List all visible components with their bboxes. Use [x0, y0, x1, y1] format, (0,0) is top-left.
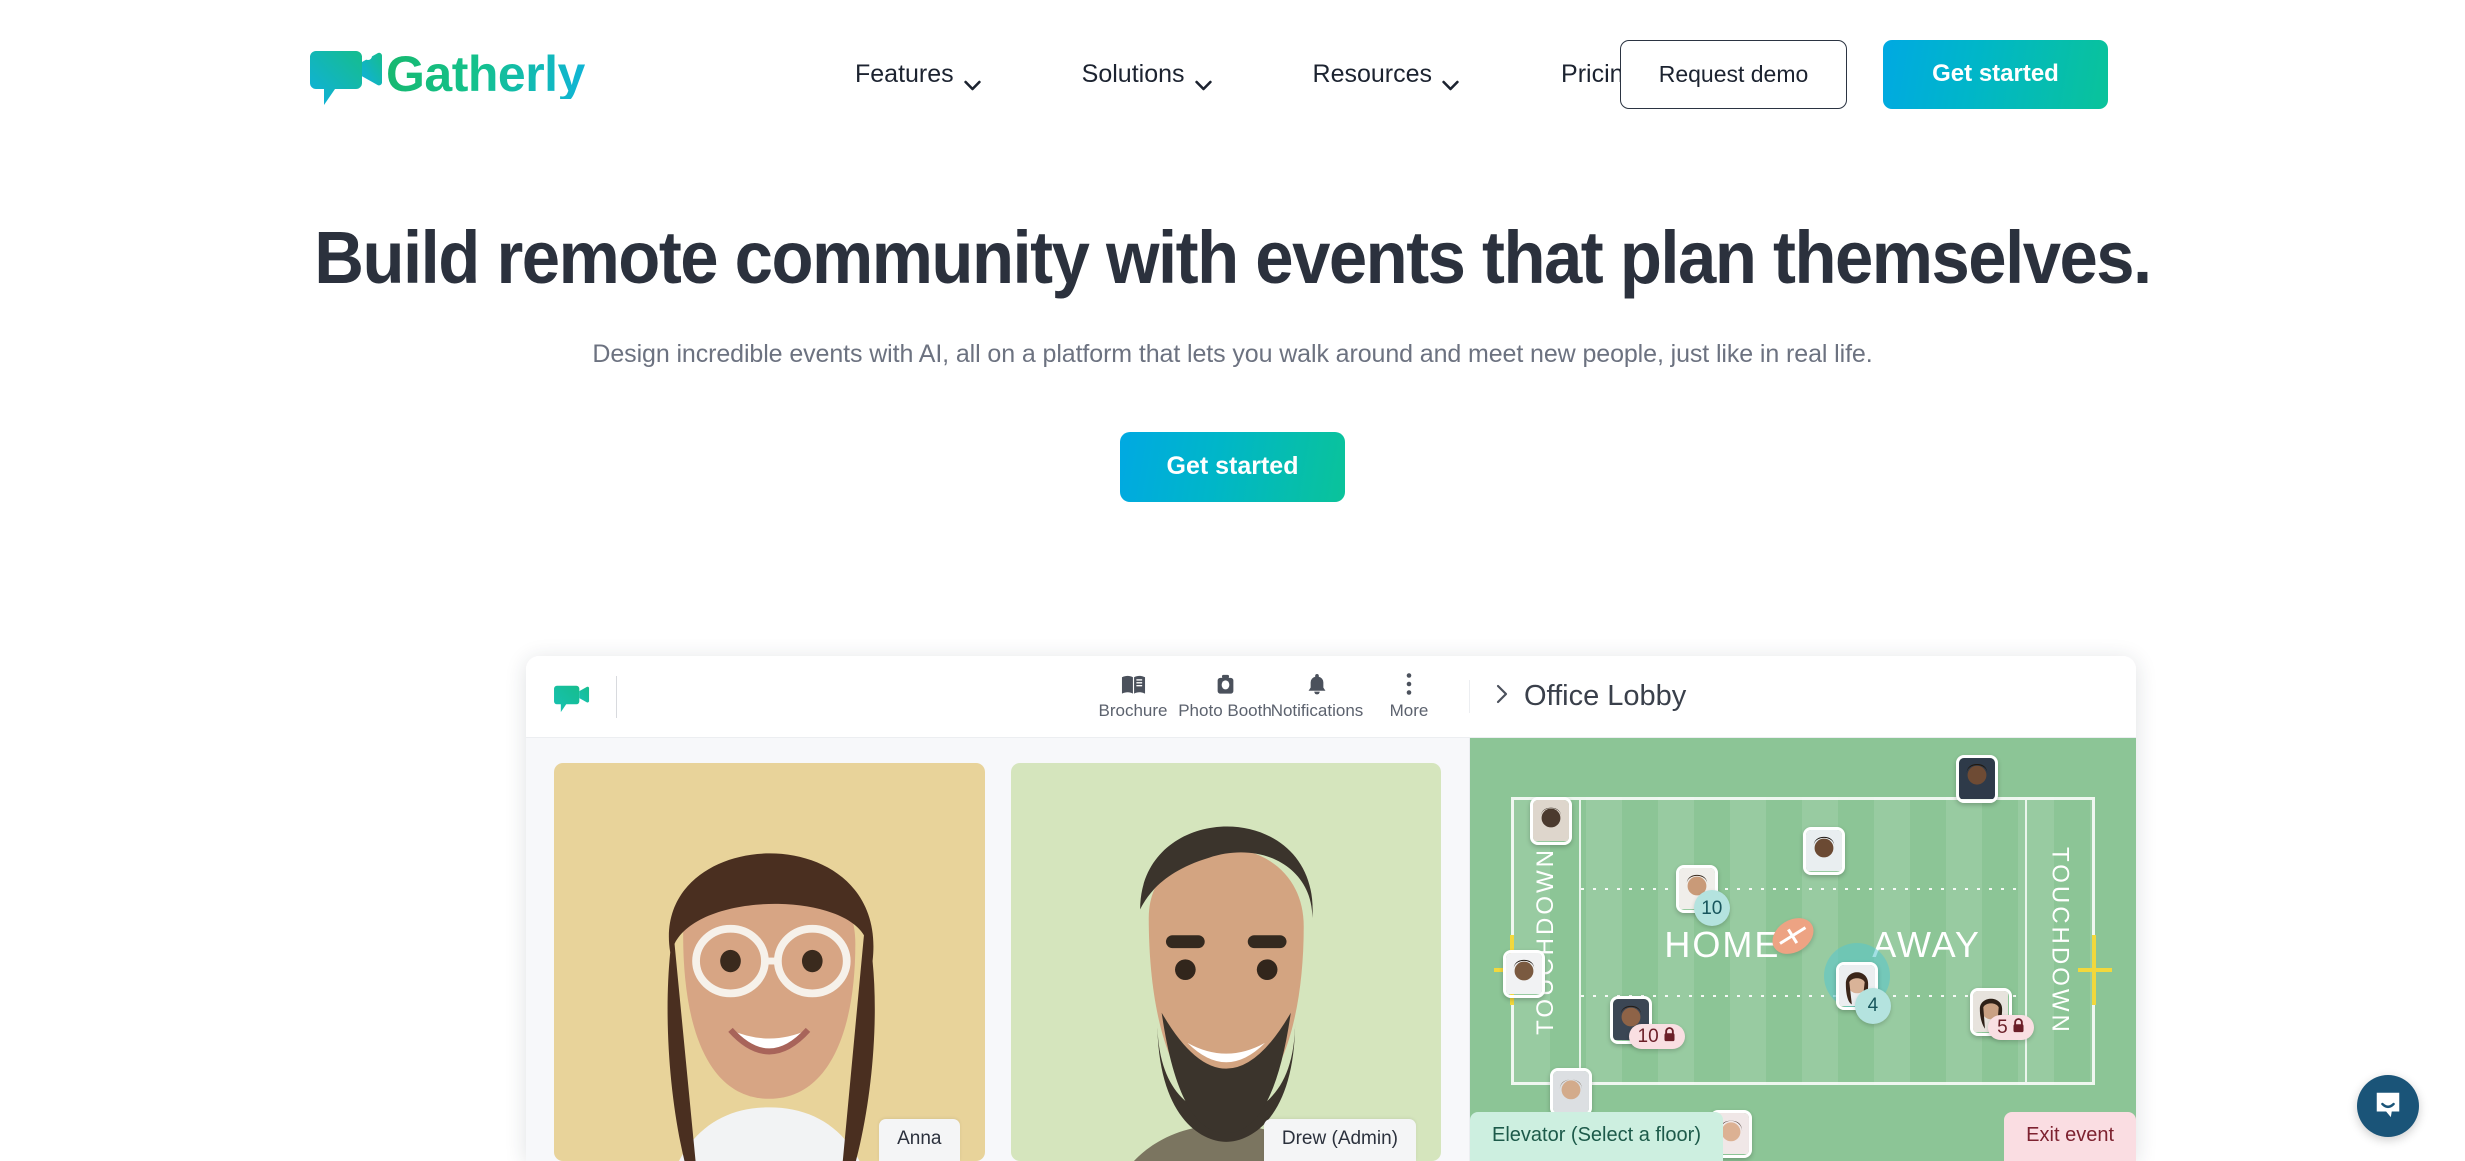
get-started-button-header[interactable]: Get started [1883, 39, 2108, 109]
tool-label: Photo Booth [1178, 701, 1272, 720]
participant-name-tag: Drew (Admin) [1263, 1119, 1416, 1161]
brand-logo[interactable]: Gatherly [310, 37, 585, 111]
exit-event-button[interactable]: Exit event [2004, 1112, 2136, 1161]
hash-marks-top [1580, 887, 2026, 890]
nav-item-solutions[interactable]: Solutions [1029, 59, 1260, 90]
endzone-label: TOUCHDOWN [1532, 847, 1560, 1035]
team-label-home: HOME [1664, 924, 1781, 966]
tool-notifications[interactable]: Notifications [1271, 672, 1363, 721]
app-toolbar: Brochure Photo Booth Notifications More … [526, 656, 2136, 738]
chevron-down-icon [1194, 69, 1212, 90]
brand-name: Gatherly [386, 46, 585, 102]
tool-label: Brochure [1098, 701, 1168, 720]
app-body: Anna Drew (Admin) TOUCHDOWN TOUCHDOWN HO… [526, 738, 2136, 1161]
main-navigation: Features Solutions Resources Pricing [855, 59, 1637, 90]
tool-more[interactable]: More [1363, 672, 1455, 721]
page-title: Build remote community with events that … [314, 216, 2152, 299]
participant-marker[interactable] [1549, 1067, 1592, 1116]
participant-marker[interactable] [1503, 949, 1546, 998]
team-label-away: AWAY [1872, 924, 1981, 966]
nav-item-resources[interactable]: Resources [1260, 59, 1508, 90]
nav-label: Resources [1312, 59, 1433, 88]
app-toolbar-left: Brochure Photo Booth Notifications More [526, 656, 1469, 737]
camera-icon [1215, 672, 1236, 696]
participant-name-tag: Anna [879, 1119, 960, 1161]
room-map[interactable]: TOUCHDOWN TOUCHDOWN HOME AWAY 10 4 10 5 … [1469, 738, 2136, 1161]
video-chat-bubble-icon [310, 37, 388, 111]
nav-item-pricing[interactable]: Pricing [1507, 60, 1637, 89]
chat-bubble-smile-icon [2373, 1089, 2403, 1124]
hero-subheadline: Design incredible events with AI, all on… [592, 339, 1873, 368]
participant-count-badge[interactable]: 4 [1854, 987, 1891, 1024]
bell-icon [1307, 672, 1327, 696]
chevron-down-icon [1442, 69, 1459, 90]
room-title: Office Lobby [1524, 680, 1687, 712]
chevron-down-icon [963, 69, 981, 90]
video-grid: Anna Drew (Admin) [526, 738, 1469, 1161]
vertical-dots-icon [1406, 672, 1412, 696]
video-tile-anna[interactable]: Anna [554, 763, 985, 1161]
badge-count: 5 [1997, 1017, 2008, 1039]
book-icon [1121, 672, 1146, 696]
nav-label: Solutions [1081, 59, 1185, 88]
elevator-button[interactable]: Elevator (Select a floor) [1470, 1112, 1723, 1161]
locked-room-badge[interactable]: 10 [1628, 1023, 1685, 1049]
toolbar-divider [616, 675, 617, 718]
request-demo-button[interactable]: Request demo [1620, 39, 1847, 109]
tool-brochure[interactable]: Brochure [1087, 672, 1179, 721]
support-chat-button[interactable] [2357, 1075, 2419, 1137]
participant-count-badge[interactable]: 10 [1693, 890, 1730, 927]
lock-icon [1663, 1026, 1676, 1046]
tool-photo-booth[interactable]: Photo Booth [1178, 672, 1272, 721]
nav-label: Features [855, 59, 954, 88]
badge-count: 10 [1637, 1025, 1659, 1047]
nav-item-features[interactable]: Features [855, 59, 1029, 90]
participant-marker[interactable] [1529, 797, 1572, 846]
room-header: Office Lobby [1469, 680, 2136, 713]
tool-label: Notifications [1270, 701, 1364, 720]
chevron-right-icon[interactable] [1496, 684, 1508, 709]
site-header: Gatherly Features Solutions Resources Pr… [0, 0, 2465, 148]
goalpost-right-icon [2076, 933, 2114, 1007]
hero-section: Build remote community with events that … [0, 148, 2465, 502]
app-preview-window: Brochure Photo Booth Notifications More … [526, 656, 2136, 1161]
video-tile-drew[interactable]: Drew (Admin) [1010, 763, 1441, 1161]
participant-marker[interactable] [1803, 826, 1845, 875]
lock-icon [2012, 1018, 2025, 1037]
get-started-button-hero[interactable]: Get started [1120, 431, 1345, 502]
app-tool-buttons: Brochure Photo Booth Notifications More [1087, 672, 1455, 721]
video-chat-bubble-icon[interactable] [554, 679, 592, 715]
tool-label: More [1389, 701, 1429, 720]
endzone-label: TOUCHDOWN [2046, 847, 2074, 1035]
participant-marker[interactable] [1956, 754, 1999, 803]
locked-room-badge[interactable]: 5 [1988, 1015, 2034, 1041]
